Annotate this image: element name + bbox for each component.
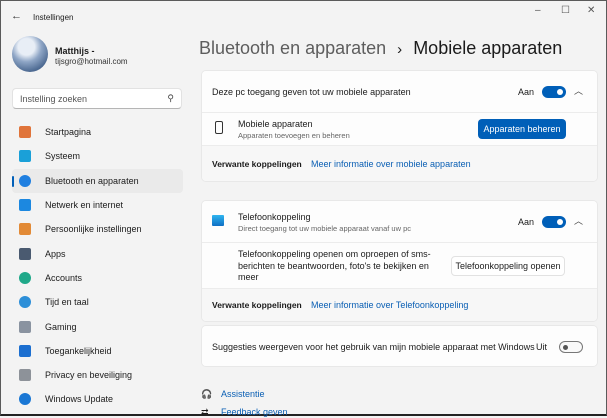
breadcrumb: Bluetooth en apparaten › Mobiele apparat… [199,38,562,59]
sidebar-item-gaming[interactable]: Gaming [12,314,183,338]
phone-link-open-row: Telefoonkoppeling openen om oproepen of … [202,243,597,289]
sidebar-item-label: Gaming [45,321,77,332]
toggle-state-label: Uit [536,342,547,352]
mobile-devices-info-link[interactable]: Meer informatie over mobiele apparaten [311,159,471,169]
suggestions-row[interactable]: Suggesties weergeven voor het gebruik va… [202,326,597,366]
wifi-icon [19,199,31,212]
sidebar-item-netwerk-en-internet[interactable]: Netwerk en internet [12,193,183,217]
home-icon [19,126,31,139]
phone-link-toggle[interactable] [542,216,566,228]
close-icon[interactable]: ✕ [587,5,595,16]
sidebar-item-systeem[interactable]: Systeem [12,144,183,168]
sidebar-item-tijd-en-taal[interactable]: Tijd en taal [12,290,183,314]
suggestions-toggle[interactable] [559,341,583,353]
search-placeholder: Instelling zoeken [20,94,88,104]
manage-devices-button[interactable]: Apparaten beheren [478,119,566,139]
maximize-icon[interactable]: ☐ [561,5,570,16]
phone-link-icon [212,215,224,226]
avatar[interactable] [12,36,48,72]
brush-icon [19,223,31,236]
phone-link-title: Telefoonkoppeling [238,212,311,222]
gamepad-icon [19,320,31,333]
sidebar-item-label: Persoonlijke instellingen [45,224,142,235]
minimize-icon[interactable]: – [535,5,541,16]
phone-link-subtitle: Direct toegang tot uw mobiele apparaat v… [238,224,412,233]
mobile-devices-card: Deze pc toegang geven tot uw mobiele app… [201,70,598,182]
sidebar-item-label: Privacy en beveiliging [45,370,133,381]
phone-link-description: Telefoonkoppeling openen om oproepen of … [238,249,431,282]
phone-link-card: Telefoonkoppeling Direct toegang tot uw … [201,200,598,322]
user-email: tijsgro@hotmail.com [55,57,128,66]
sidebar-item-accounts[interactable]: Accounts [12,266,183,290]
feedback-icon: ⇄ [201,407,209,417]
sidebar-item-label: Tijd en taal [45,297,89,308]
search-icon: ⚲ [167,93,174,103]
suggestions-card: Suggesties weergeven voor het gebruik va… [201,325,598,367]
mobile-devices-subtitle: Apparaten toevoegen en beheren [238,131,350,140]
suggestions-label: Suggesties weergeven voor het gebruik va… [212,342,535,352]
update-icon [19,393,31,406]
search-input[interactable]: Instelling zoeken ⚲ [12,88,182,109]
sidebar-item-label: Apps [45,248,66,259]
sidebar-item-bluetooth-en-apparaten[interactable]: Bluetooth en apparaten [12,168,183,193]
sidebar-item-toegankelijkheid[interactable]: Toegankelijkheid [12,339,183,363]
sidebar-nav: Startpagina Systeem Bluetooth en apparaten… [12,120,183,412]
phone-icon [215,121,223,134]
sidebar-item-label: Bluetooth en apparaten [45,175,139,186]
sidebar-item-windows-update[interactable]: Windows Update [12,387,183,411]
sidebar-item-startpagina[interactable]: Startpagina [12,120,183,144]
shield-icon [19,369,31,382]
toggle-state-label: Aan [518,87,535,97]
related-links-label: Verwante koppelingen [212,300,302,310]
user-name: Matthijs - [55,46,95,56]
chevron-up-icon[interactable]: ︿ [574,214,583,227]
related-links-row: Verwante koppelingen Meer informatie ove… [202,289,597,321]
settings-window: ← Instellingen – ☐ ✕ Matthijs - tijsgro@… [0,0,607,417]
apps-icon [19,247,31,260]
breadcrumb-separator: › [397,41,403,58]
sidebar-item-label: Startpagina [45,127,92,138]
page-title: Mobiele apparaten [413,38,563,58]
sidebar-item-persoonlijke-instellingen[interactable]: Persoonlijke instellingen [12,217,183,241]
accessibility-icon [19,344,31,357]
sidebar-item-privacy-en-beveiliging[interactable]: Privacy en beveiliging [12,363,183,387]
sidebar-item-label: Accounts [45,272,83,283]
phone-link-row[interactable]: Telefoonkoppeling Direct toegang tot uw … [202,201,597,243]
window-title: Instellingen [33,13,74,22]
sidebar-item-label: Windows Update [45,394,114,405]
phone-link-info-link[interactable]: Meer informatie over Telefoonkoppeling [311,300,468,310]
sidebar-item-apps[interactable]: Apps [12,241,183,265]
mobile-devices-title: Mobiele apparaten [238,119,313,129]
back-arrow-icon[interactable]: ← [11,10,22,22]
related-links-row: Verwante koppelingen Meer informatie ove… [202,146,597,181]
bluetooth-icon [19,174,31,187]
system-icon [19,150,31,163]
sidebar-item-label: Systeem [45,151,81,162]
sidebar-item-label: Netwerk en internet [45,200,124,211]
toggle-state-label: Aan [518,217,535,227]
help-link[interactable]: Assistentie [221,389,265,399]
open-phone-link-button[interactable]: Telefoonkoppeling openen [451,256,565,276]
mobile-access-toggle[interactable] [542,86,566,98]
account-icon [19,271,31,284]
chevron-up-icon[interactable]: ︿ [574,84,583,97]
mobile-access-row[interactable]: Deze pc toegang geven tot uw mobiele app… [202,71,597,113]
related-links-label: Verwante koppelingen [212,159,302,169]
sidebar-item-label: Toegankelijkheid [45,345,112,356]
help-icon: 🎧 [201,389,213,399]
breadcrumb-parent[interactable]: Bluetooth en apparaten [199,38,386,58]
mobile-devices-row: Mobiele apparaten Apparaten toevoegen en… [202,113,597,146]
mobile-access-label: Deze pc toegang geven tot uw mobiele app… [212,87,411,97]
clock-globe-icon [19,296,31,309]
